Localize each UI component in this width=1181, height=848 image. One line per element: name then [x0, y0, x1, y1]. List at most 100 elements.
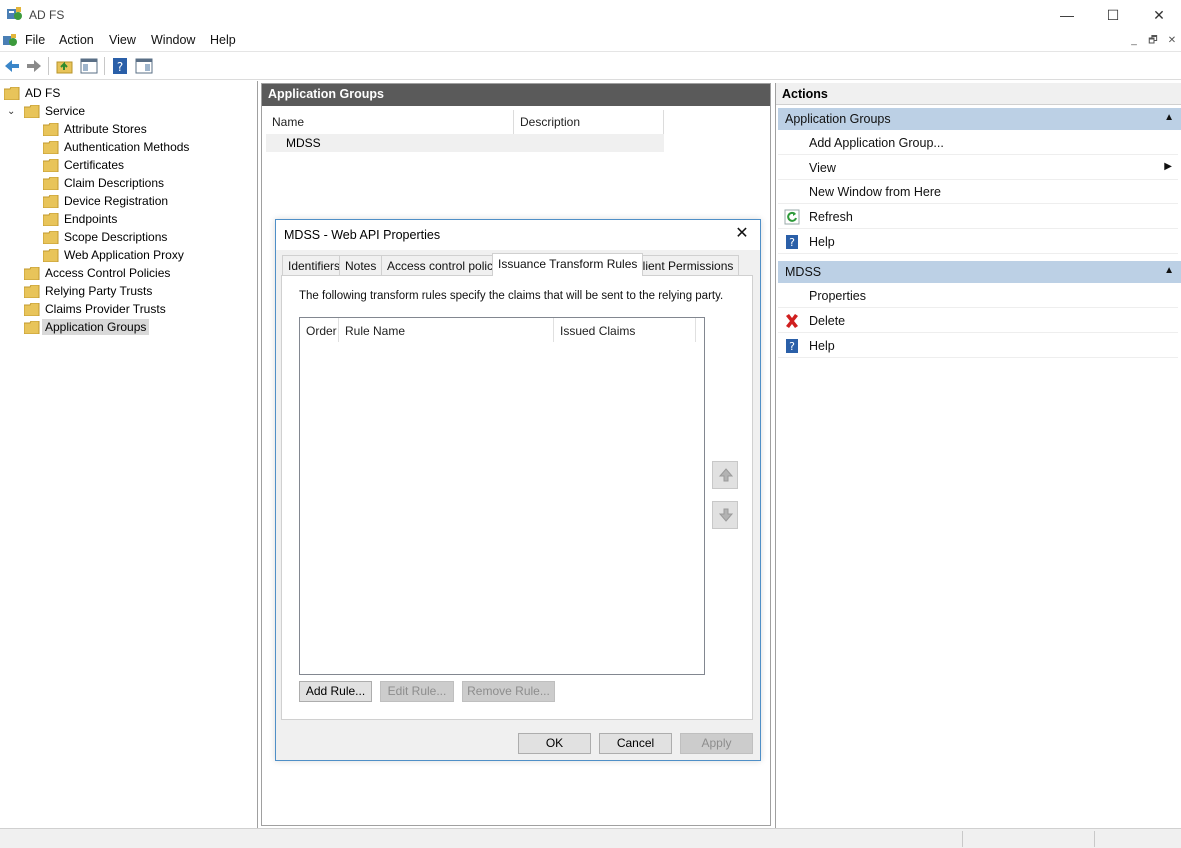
folder-icon	[24, 266, 40, 280]
tree-item-access-control-policies[interactable]: Access Control Policies	[24, 264, 170, 282]
remove-rule-button[interactable]: Remove Rule...	[462, 681, 555, 702]
adfs-app-icon	[7, 7, 22, 20]
tree-item-claims-provider-trusts[interactable]: Claims Provider Trusts	[24, 300, 166, 318]
column-header-description[interactable]: Description	[514, 110, 664, 134]
show-hide-tree-icon[interactable]	[79, 56, 99, 76]
tree-item-relying-party-trusts[interactable]: Relying Party Trusts	[24, 282, 152, 300]
system-menu-icon[interactable]	[2, 33, 18, 49]
action-label: Properties	[809, 289, 866, 303]
arrow-down-icon	[718, 508, 734, 522]
actions-title: Actions	[776, 83, 1181, 105]
tab-client-permissions[interactable]: Client Permissions	[628, 255, 740, 275]
window-title: AD FS	[29, 8, 65, 22]
folder-icon	[24, 104, 40, 118]
action-label: Help	[809, 339, 835, 353]
add-rule-button[interactable]: Add Rule...	[299, 681, 372, 702]
show-hide-action-pane-icon[interactable]	[134, 56, 154, 76]
status-divider	[1094, 831, 1095, 847]
tab-issuance-transform-rules[interactable]: Issuance Transform Rules	[492, 253, 644, 276]
tree-item-certificates[interactable]: Certificates	[43, 156, 124, 174]
tree-label: Scope Descriptions	[64, 230, 168, 244]
menu-window[interactable]: Window	[151, 33, 195, 47]
menu-help[interactable]: Help	[210, 33, 236, 47]
dialog-titlebar: MDSS - Web API Properties ✕	[276, 220, 760, 250]
toolbar: ?	[0, 52, 1181, 80]
column-header-name[interactable]: Name	[266, 110, 514, 134]
action-view[interactable]: View ▶	[778, 156, 1178, 180]
help-icon[interactable]: ?	[110, 56, 130, 76]
action-delete[interactable]: Delete	[778, 309, 1178, 333]
tab-notes[interactable]: Notes	[339, 255, 383, 275]
move-down-button[interactable]	[712, 501, 738, 529]
mdi-restore-button[interactable]: 🗗	[1144, 34, 1162, 50]
rules-description: The following transform rules specify th…	[299, 290, 724, 302]
forward-icon[interactable]	[24, 56, 44, 76]
tree-item-adfs[interactable]: AD FS	[4, 84, 60, 102]
move-up-button[interactable]	[712, 461, 738, 489]
back-icon[interactable]	[2, 56, 22, 76]
mdi-close-button[interactable]: ✕	[1163, 34, 1181, 50]
mdi-minimize-button[interactable]: _	[1125, 34, 1143, 50]
svg-text:?: ?	[117, 60, 123, 74]
action-label: Add Application Group...	[809, 136, 944, 150]
action-new-window-from-here[interactable]: New Window from Here	[778, 180, 1178, 204]
tab-identifiers[interactable]: Identifiers	[282, 255, 347, 275]
action-properties[interactable]: Properties	[778, 284, 1178, 308]
tab-panel-issuance-transform-rules: The following transform rules specify th…	[281, 275, 753, 720]
menu-view[interactable]: View	[109, 33, 136, 47]
svg-text:?: ?	[789, 340, 795, 353]
rules-list[interactable]: Order Rule Name Issued Claims	[299, 317, 705, 675]
svg-text:?: ?	[789, 236, 795, 249]
tab-access-control-policy[interactable]: Access control policy	[381, 255, 506, 275]
tree-item-web-application-proxy[interactable]: Web Application Proxy	[43, 246, 184, 264]
actions-section-mdss[interactable]: MDSS ▲	[778, 261, 1181, 283]
tree-item-service[interactable]: ⌄ Service	[7, 102, 85, 120]
tree-item-scope-descriptions[interactable]: Scope Descriptions	[43, 228, 167, 246]
properties-dialog: MDSS - Web API Properties ✕ Identifiers …	[275, 219, 761, 761]
folder-icon	[24, 302, 40, 316]
collapse-up-icon[interactable]: ▲	[1164, 112, 1174, 123]
tree-item-authentication-methods[interactable]: Authentication Methods	[43, 138, 189, 156]
column-header-issued-claims[interactable]: Issued Claims	[554, 318, 696, 342]
action-label: Help	[809, 235, 835, 249]
action-add-application-group[interactable]: Add Application Group...	[778, 131, 1178, 155]
action-help-mdss[interactable]: ? Help	[778, 334, 1178, 358]
close-button[interactable]: ✕	[1136, 0, 1181, 30]
folder-icon	[24, 320, 40, 334]
folder-icon	[4, 86, 20, 100]
toolbar-separator	[104, 57, 105, 75]
tree-item-endpoints[interactable]: Endpoints	[43, 210, 117, 228]
menu-file[interactable]: File	[25, 33, 45, 47]
dialog-close-button[interactable]: ✕	[732, 224, 752, 244]
tree-item-attribute-stores[interactable]: Attribute Stores	[43, 120, 147, 138]
tree-item-claim-descriptions[interactable]: Claim Descriptions	[43, 174, 164, 192]
maximize-button[interactable]: ☐	[1090, 0, 1136, 30]
delete-icon	[786, 314, 798, 328]
table-row[interactable]: MDSS	[266, 134, 664, 152]
column-header-order[interactable]: Order	[300, 318, 339, 342]
window-titlebar: AD FS — ☐ ✕	[0, 0, 1181, 30]
toolbar-separator	[48, 57, 49, 75]
apply-button[interactable]: Apply	[680, 733, 753, 754]
folder-icon	[43, 176, 59, 190]
ok-button[interactable]: OK	[518, 733, 591, 754]
tree-item-application-groups[interactable]: Application Groups	[24, 318, 150, 336]
action-refresh[interactable]: Refresh	[778, 205, 1178, 229]
tree-label: Claims Provider Trusts	[45, 302, 166, 316]
tree-label: Endpoints	[64, 212, 118, 226]
collapse-up-icon[interactable]: ▲	[1164, 265, 1174, 276]
chevron-down-icon[interactable]: ⌄	[7, 106, 15, 117]
folder-icon	[43, 212, 59, 226]
tree-label: Device Registration	[64, 194, 169, 208]
up-folder-icon[interactable]	[55, 56, 75, 76]
action-help[interactable]: ? Help	[778, 230, 1178, 254]
menu-action[interactable]: Action	[59, 33, 94, 47]
edit-rule-button[interactable]: Edit Rule...	[380, 681, 454, 702]
folder-icon	[43, 158, 59, 172]
tree-item-device-registration[interactable]: Device Registration	[43, 192, 168, 210]
minimize-button[interactable]: —	[1044, 0, 1090, 30]
arrow-up-icon	[718, 468, 734, 482]
actions-section-application-groups[interactable]: Application Groups ▲	[778, 108, 1181, 130]
column-header-rule-name[interactable]: Rule Name	[339, 318, 554, 342]
cancel-button[interactable]: Cancel	[599, 733, 672, 754]
